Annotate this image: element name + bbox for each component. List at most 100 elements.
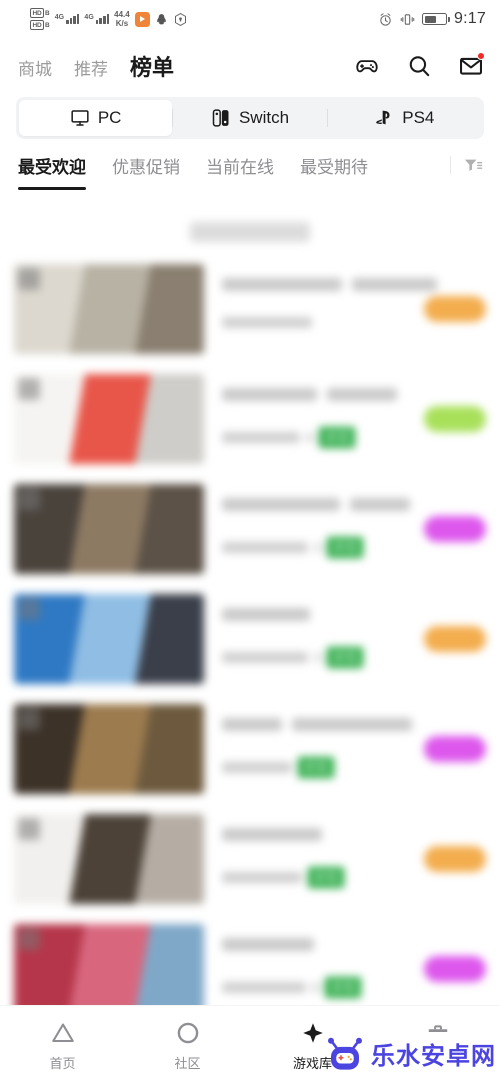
game-action-button[interactable] [424, 956, 486, 982]
game-title [222, 718, 480, 735]
bottom-nav-label-community: 社区 [174, 1056, 201, 1071]
header-nav-item-ranking[interactable]: 榜单 [130, 50, 174, 82]
game-rows-container: 9 史低 3 史低 3 史低 史低 史低 8 史低 [0, 254, 500, 1005]
game-row[interactable]: 史低 [0, 804, 500, 914]
game-title-text [222, 278, 342, 291]
hd-sub-top: B [45, 9, 50, 17]
bottom-nav-item-community[interactable]: 社区 [125, 1020, 250, 1072]
hd-label-top: HD [30, 8, 44, 18]
historical-low-badge: 史低 [325, 977, 362, 998]
game-title-text [292, 718, 412, 731]
game-row[interactable] [0, 254, 500, 364]
platform-tab-pc[interactable]: PC [19, 100, 173, 136]
filter-tab-online-now[interactable]: 当前在线 [206, 153, 274, 186]
game-title-text [222, 938, 314, 951]
network-type-label-1: 4G [54, 14, 65, 21]
game-thumbnail [14, 594, 204, 684]
game-price-number: 8 [312, 980, 320, 995]
historical-low-badge: 史低 [298, 757, 335, 778]
gamepad-icon[interactable] [354, 53, 380, 79]
game-row[interactable]: 9 史低 [0, 364, 500, 474]
watermark-text: 乐水安卓网 [371, 1041, 496, 1070]
battery-icon [422, 13, 450, 25]
circle-icon [177, 1022, 198, 1044]
status-bar: HD B HD B 4G 4G 44.4 K/s 9:17 [0, 0, 500, 38]
historical-low-badge: 史低 [327, 537, 364, 558]
platform-segmented-control: PC Switch PS4 [16, 97, 484, 139]
game-price-text [222, 982, 306, 993]
game-rank-badge [18, 598, 40, 620]
status-bar-left: HD B HD B 4G 4G 44.4 K/s [30, 8, 188, 30]
status-bar-right: 9:17 [378, 10, 486, 28]
filter-tab-discounts[interactable]: 优惠促销 [112, 153, 180, 186]
platform-tab-pc-label: PC [97, 108, 122, 127]
signal-bars-icon-1 [66, 14, 80, 24]
game-thumbnail [14, 484, 204, 574]
game-action-button[interactable] [424, 406, 486, 432]
filter-tabs: 最受欢迎 优惠促销 当前在线 最受期待 [0, 149, 500, 203]
platform-tab-ps4[interactable]: PS4 [328, 100, 481, 136]
game-price-number: 3 [314, 540, 322, 555]
game-thumbnail [14, 704, 204, 794]
platform-tab-switch-label: Switch [238, 108, 290, 127]
filter-tab-most-anticipated[interactable]: 最受期待 [300, 153, 368, 186]
game-title [222, 938, 480, 955]
game-price-text [222, 432, 300, 443]
network-speed-value: 44.4 [114, 10, 130, 19]
triangle-icon [51, 1023, 74, 1043]
historical-low-badge: 史低 [308, 867, 345, 888]
hd-indicator-sim2: HD B [30, 20, 50, 30]
game-price-text [222, 317, 312, 328]
game-rank-badge [18, 818, 40, 840]
network-speed-unit: K/s [115, 19, 129, 28]
game-row[interactable]: 史低 [0, 694, 500, 804]
search-icon[interactable] [406, 53, 432, 79]
header-nav-item-recommend[interactable]: 推荐 [74, 55, 108, 80]
app-header: 商城 推荐 榜单 [0, 38, 500, 93]
platform-tabs-container: PC Switch PS4 [0, 93, 500, 149]
hd-indicator-sim1: HD B [30, 8, 50, 18]
signal-indicator-sim2: 4G [84, 14, 110, 24]
game-action-button[interactable] [424, 516, 486, 542]
game-action-button[interactable] [424, 626, 486, 652]
game-title-text [350, 498, 410, 511]
game-action-button[interactable] [424, 296, 486, 322]
game-price-text [222, 762, 292, 773]
header-nav: 商城 推荐 榜单 [18, 50, 174, 82]
game-title-text [222, 608, 310, 621]
game-row[interactable]: 3 史低 [0, 474, 500, 584]
game-title [222, 278, 480, 295]
dual-sim-hd-indicators: HD B HD B [30, 8, 50, 30]
game-rank-badge [18, 378, 40, 400]
game-row[interactable]: 3 史低 [0, 584, 500, 694]
game-action-button[interactable] [424, 736, 486, 762]
game-thumbnail [14, 374, 204, 464]
hd-sub-bottom: B [45, 21, 50, 29]
game-row[interactable]: 8 史低 [0, 914, 500, 1005]
signal-bars-icon-2 [95, 14, 110, 24]
historical-low-badge: 史低 [327, 647, 364, 668]
switch-icon [212, 109, 229, 127]
filter-funnel-icon[interactable] [450, 153, 488, 179]
game-title-text [327, 388, 397, 401]
network-type-label-2: 4G [84, 14, 94, 21]
platform-tab-switch[interactable]: Switch [173, 100, 326, 136]
game-ranking-list-content: 9 史低 3 史低 3 史低 史低 史低 8 史低 [0, 222, 500, 1005]
mail-unread-badge [477, 51, 485, 60]
game-action-button[interactable] [424, 846, 486, 872]
header-nav-item-store[interactable]: 商城 [18, 55, 52, 80]
game-title-text [222, 498, 340, 511]
game-ranking-list[interactable]: 9 史低 3 史低 3 史低 史低 史低 8 史低 [0, 214, 500, 1005]
bottom-nav-item-home[interactable]: 首页 [0, 1020, 125, 1072]
alarm-icon [380, 12, 391, 26]
hd-label-bottom: HD [30, 20, 44, 30]
game-thumbnail [14, 814, 204, 904]
game-rank-badge [18, 928, 40, 950]
game-price-text [222, 542, 308, 553]
mail-icon[interactable] [458, 51, 485, 79]
signal-indicator-sim1: 4G [55, 14, 80, 24]
game-title [222, 498, 480, 515]
shield-icon [174, 12, 186, 26]
filter-tab-most-popular[interactable]: 最受欢迎 [18, 153, 86, 190]
network-speed-indicator: 44.4 K/s [114, 10, 130, 28]
